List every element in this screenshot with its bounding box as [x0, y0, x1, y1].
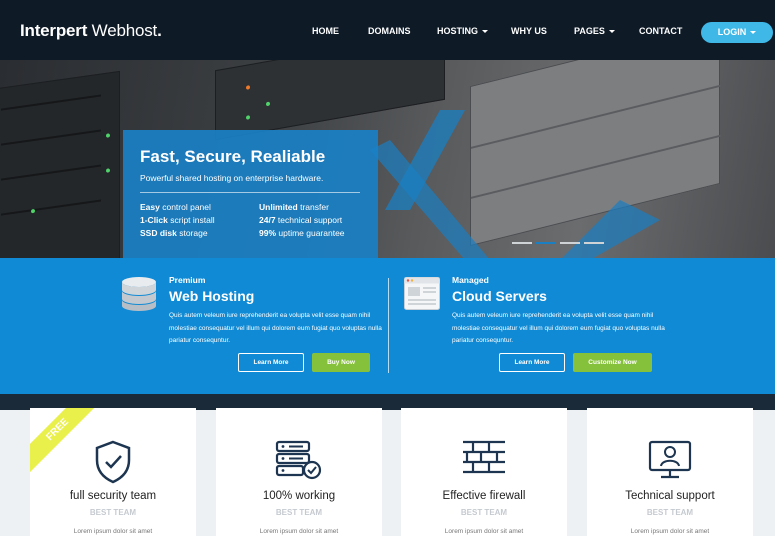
slide-dot[interactable] [512, 242, 532, 244]
learn-more-web-button[interactable]: Learn More [238, 353, 304, 372]
plan-title-cloud: Cloud Servers [452, 288, 547, 304]
plan-title-web: Web Hosting [169, 288, 255, 304]
hero-feature: Unlimited transfer [259, 202, 329, 212]
main-menu: HOME DOMAINS HOSTING WHY US PAGES CONTAC… [0, 26, 700, 38]
plan-kicker-cloud: Managed [452, 275, 489, 285]
hero-subtitle: Powerful shared hosting on enterprise ha… [140, 173, 324, 183]
hero-feature: 99% uptime guarantee [259, 228, 345, 238]
hero-text-box: Fast, Secure, Realiable Powerful shared … [123, 130, 378, 258]
slide-dot-active[interactable] [536, 242, 556, 244]
feature-text: Lorem ipsum dolor sit amet [259, 528, 339, 535]
shield-check-icon [95, 440, 131, 484]
browser-window-icon [404, 277, 440, 310]
nav-pages-label: PAGES [574, 26, 605, 36]
plan-desc-cloud: Quis autem veleum iure reprehenderit ea … [452, 312, 665, 344]
slide-dot[interactable] [584, 242, 604, 244]
feature-title: full security team [69, 490, 157, 502]
plans-divider [388, 278, 389, 373]
hero-feature: 1-Click script install [140, 215, 215, 225]
top-navbar: Interpert Webhost. HOME DOMAINS HOSTING … [0, 0, 775, 60]
hero-feature: SSD disk storage [140, 228, 208, 238]
hero-feature: Easy control panel [140, 202, 211, 212]
nav-home-label: HOME [312, 26, 339, 36]
feature-subtitle: BEST TEAM [275, 508, 323, 517]
nav-contact-label: CONTACT [639, 26, 683, 36]
feature-card-working[interactable]: 100% working BEST TEAM Lorem ipsum dolor… [216, 408, 382, 536]
hero-features: Easy control panel Unlimited transfer 1-… [140, 202, 361, 238]
hero-feature: 24/7 technical support [259, 215, 343, 225]
feature-subtitle: BEST TEAM [646, 508, 694, 517]
feature-text: Lorem ipsum dolor sit amet [630, 528, 710, 535]
free-ribbon: FREE [30, 408, 101, 473]
database-icon [122, 277, 156, 311]
feature-title: Effective firewall [442, 490, 526, 502]
nav-contact[interactable]: CONTACT [639, 26, 682, 36]
login-button[interactable]: LOGIN [701, 22, 773, 43]
feature-text: Lorem ipsum dolor sit amet [444, 528, 524, 535]
nav-why-us-label: WHY US [511, 26, 547, 36]
login-label: LOGIN [717, 27, 747, 37]
learn-more-cloud-button[interactable]: Learn More [499, 353, 565, 372]
nav-hosting-label: HOSTING [437, 26, 479, 36]
feature-title: Technical support [625, 490, 715, 502]
hero-slider: Fast, Secure, Realiable Powerful shared … [0, 60, 775, 258]
slide-dot[interactable] [560, 242, 580, 244]
plan-kicker-web: Premium [169, 275, 206, 285]
nav-home[interactable]: HOME [312, 26, 339, 36]
chevron-down-icon [608, 30, 615, 34]
feature-subtitle: BEST TEAM [89, 508, 137, 517]
nav-why-us[interactable]: WHY US [511, 26, 547, 36]
hero-title: Fast, Secure, Realiable [140, 147, 326, 166]
feature-text: Lorem ipsum dolor sit amet [73, 528, 153, 535]
nav-hosting[interactable]: HOSTING [437, 26, 489, 36]
monitor-user-icon [648, 440, 692, 479]
plan-desc-web: Quis autem veleum iure reprehenderit ea … [169, 312, 382, 344]
hero-divider [140, 192, 360, 193]
chevron-down-icon [482, 30, 489, 34]
customize-now-button[interactable]: Customize Now [573, 353, 652, 372]
buy-now-button[interactable]: Buy Now [312, 353, 370, 372]
nav-pages[interactable]: PAGES [574, 26, 615, 36]
feature-card-firewall[interactable]: Effective firewall BEST TEAM Lorem ipsum… [401, 408, 567, 536]
feature-card-support[interactable]: Technical support BEST TEAM Lorem ipsum … [587, 408, 753, 536]
feature-title: 100% working [262, 490, 336, 502]
chevron-down-icon [750, 31, 757, 35]
server-rack-image [0, 70, 120, 258]
nav-domains[interactable]: DOMAINS [368, 26, 411, 36]
server-check-icon [275, 440, 322, 480]
feature-subtitle: BEST TEAM [460, 508, 508, 517]
brick-wall-icon [463, 440, 505, 474]
plans-section: Premium Web Hosting Quis autem veleum iu… [0, 258, 775, 394]
nav-domains-label: DOMAINS [368, 26, 411, 36]
feature-card-security[interactable]: FREE full security team BEST TEAM Lorem … [30, 408, 196, 536]
decorative-stripes [370, 110, 660, 258]
